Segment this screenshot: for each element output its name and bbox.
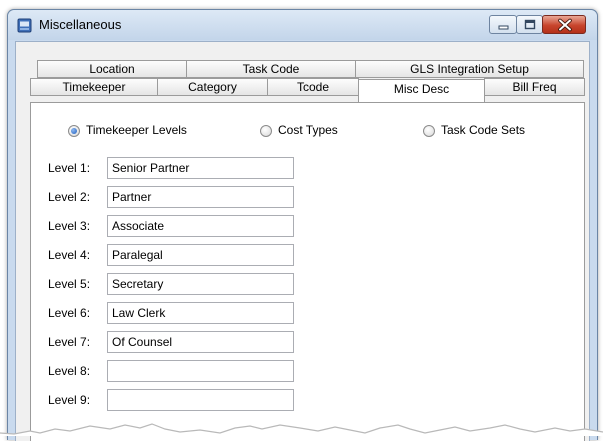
tab-task-code[interactable]: Task Code <box>186 60 356 78</box>
tab-misc-desc[interactable]: Misc Desc <box>358 79 485 102</box>
torn-edge-decoration <box>0 423 603 436</box>
tab-gls-integration-setup[interactable]: GLS Integration Setup <box>355 60 584 78</box>
level-6-input[interactable]: Law Clerk <box>107 302 294 324</box>
level-7-input[interactable]: Of Counsel <box>107 331 294 353</box>
tab-category[interactable]: Category <box>157 78 268 96</box>
miscellaneous-window: Miscellaneous Location Task Code GLS Int… <box>7 9 598 441</box>
level-6-label: Level 6: <box>48 306 91 320</box>
tab-timekeeper[interactable]: Timekeeper <box>30 78 158 96</box>
radio-selected-dot <box>71 128 77 134</box>
minimize-icon <box>498 25 509 30</box>
level-4-input[interactable]: Paralegal <box>107 244 294 266</box>
level-1-input[interactable]: Senior Partner <box>107 157 294 179</box>
dialog-client-area: Location Task Code GLS Integration Setup… <box>15 41 590 441</box>
level-2-input[interactable]: Partner <box>107 186 294 208</box>
close-button[interactable] <box>542 15 586 34</box>
maximize-button[interactable] <box>516 15 543 34</box>
tab-bill-freq[interactable]: Bill Freq <box>484 78 585 96</box>
app-window-icon <box>17 18 32 33</box>
level-5-input[interactable]: Secretary <box>107 273 294 295</box>
title-bar[interactable]: Miscellaneous <box>8 10 597 40</box>
window-title: Miscellaneous <box>39 17 122 32</box>
radio-label-timekeeper-levels[interactable]: Timekeeper Levels <box>86 123 187 137</box>
close-icon <box>558 18 572 32</box>
radio-button-timekeeper-levels[interactable] <box>68 125 80 137</box>
level-2-label: Level 2: <box>48 190 91 204</box>
radio-button-task-code-sets[interactable] <box>423 125 435 137</box>
tab-tcode[interactable]: Tcode <box>267 78 359 96</box>
level-5-label: Level 5: <box>48 277 91 291</box>
radio-label-task-code-sets[interactable]: Task Code Sets <box>441 123 525 137</box>
minimize-button[interactable] <box>489 15 517 34</box>
level-4-label: Level 4: <box>48 248 91 262</box>
level-8-input[interactable] <box>107 360 294 382</box>
level-7-label: Level 7: <box>48 335 91 349</box>
level-3-input[interactable]: Associate <box>107 215 294 237</box>
tab-location[interactable]: Location <box>37 60 187 78</box>
radio-button-cost-types[interactable] <box>260 125 272 137</box>
maximize-icon <box>524 19 536 30</box>
level-8-label: Level 8: <box>48 364 91 378</box>
radio-label-cost-types[interactable]: Cost Types <box>278 123 338 137</box>
level-3-label: Level 3: <box>48 219 91 233</box>
level-1-label: Level 1: <box>48 161 91 175</box>
